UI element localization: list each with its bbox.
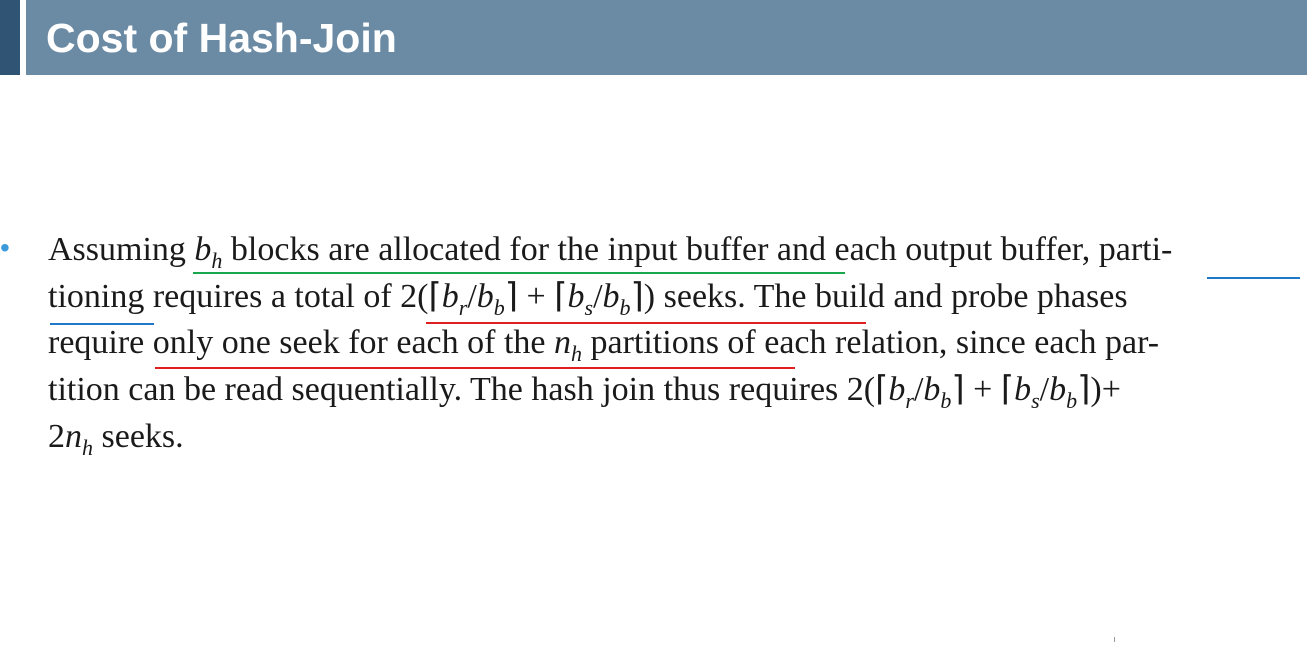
text-segment: require only one seek for each of the	[48, 324, 554, 361]
text-segment: s	[1031, 387, 1040, 413]
text-segment: b	[567, 278, 585, 315]
text-segment: b	[493, 294, 505, 320]
text-segment: h	[82, 434, 93, 460]
text-segment: /	[913, 371, 924, 408]
text-segment: /	[1039, 371, 1050, 408]
text-segment: b	[619, 294, 631, 320]
text-segment: n	[65, 418, 82, 455]
blue-underline-mark-1	[1207, 277, 1300, 279]
text-segment: ⌉ + ⌈	[951, 371, 1015, 408]
text-segment: h	[211, 247, 223, 273]
text-segment: tition can be read sequentially. The has…	[48, 371, 889, 408]
text-segment: ⌉) seeks. The build and probe phases	[630, 278, 1128, 315]
text-segment: b	[476, 278, 494, 315]
text-segment: seeks.	[93, 418, 184, 455]
text-segment: /	[593, 278, 603, 315]
page-tick-mark	[1114, 637, 1115, 642]
body-text-line-3: require only one seek for each of the nh…	[48, 323, 1160, 366]
text-segment: ⌉)+	[1077, 371, 1121, 408]
text-segment: b	[1014, 371, 1032, 408]
green-underline-mark	[193, 272, 845, 274]
text-segment: b	[1049, 371, 1067, 408]
body-text-line-5: 2nh seeks.	[48, 417, 184, 460]
text-segment: tioning requires a total of 2(⌈	[48, 278, 442, 315]
text-segment: b	[602, 278, 620, 315]
text-segment: /	[467, 278, 477, 315]
text-segment: s	[584, 294, 594, 320]
text-segment: b	[194, 231, 212, 268]
slide-title: Cost of Hash-Join	[46, 15, 397, 61]
text-segment: b	[441, 278, 459, 315]
bullet-icon: •	[0, 232, 10, 263]
text-segment: b	[1066, 387, 1078, 413]
text-segment: r	[905, 387, 914, 413]
text-segment: h	[571, 340, 582, 366]
body-text-line-1: Assuming bh blocks are allocated for the…	[48, 230, 1173, 273]
text-segment: b	[923, 371, 941, 408]
text-segment: b	[888, 371, 906, 408]
text-segment: blocks are allocated for the input buffe…	[222, 231, 1173, 268]
text-segment: ⌉ + ⌈	[504, 278, 568, 315]
title-divider	[20, 0, 26, 75]
red-underline-mark-2	[155, 367, 795, 369]
text-segment: 2	[48, 418, 65, 455]
text-segment: Assuming	[48, 231, 195, 268]
red-underline-mark-1	[426, 322, 866, 324]
body-text-line-2: tioning requires a total of 2(⌈br/bb⌉ + …	[48, 277, 1128, 320]
text-segment: b	[940, 387, 952, 413]
text-segment: n	[554, 324, 571, 361]
text-segment: partitions of each relation, since each …	[582, 324, 1160, 361]
title-accent-bar	[0, 0, 20, 75]
body-text-line-4: tition can be read sequentially. The has…	[48, 370, 1121, 413]
blue-underline-mark-2	[50, 323, 154, 325]
